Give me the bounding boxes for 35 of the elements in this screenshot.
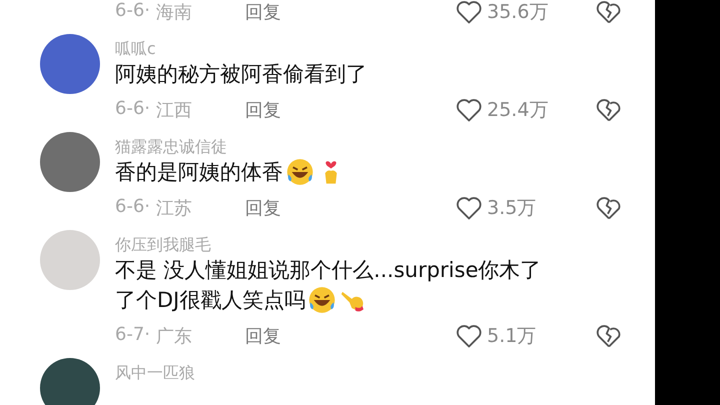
reply-link[interactable]: 回复 <box>245 324 455 348</box>
comment-date: 6-6· <box>115 98 150 121</box>
dislike-icon[interactable] <box>595 194 623 222</box>
dislike-icon[interactable] <box>595 0 623 26</box>
comment-location: 江苏 <box>156 197 192 220</box>
like-count: 25.4万 <box>487 98 548 123</box>
comment-text: 阿姨的秘方被阿香偷看到了 <box>115 61 367 88</box>
reply-link[interactable]: 回复 <box>245 0 455 24</box>
laughing-face-icon <box>286 158 314 186</box>
comment-text: 香的是阿姨的体香 <box>115 159 283 186</box>
like-icon[interactable] <box>455 194 483 222</box>
username[interactable]: 你压到我腿毛 <box>115 235 211 255</box>
comment-text: 了个DJ很戳人笑点吗 <box>115 287 306 314</box>
reply-link[interactable]: 回复 <box>245 196 455 220</box>
dislike-icon[interactable] <box>595 322 623 350</box>
reply-link[interactable]: 回复 <box>245 98 455 122</box>
laughing-face-icon <box>308 286 336 314</box>
username[interactable]: 猫露露忠诚信徒 <box>115 137 227 157</box>
comment-text: 不是 没人懂姐姐说那个什么...surprise你木了 <box>115 257 542 284</box>
comment-date: 6-6· <box>115 196 150 219</box>
comment-location: 海南 <box>156 1 192 24</box>
like-icon[interactable] <box>455 322 483 350</box>
like-count: 5.1万 <box>487 324 536 349</box>
dislike-icon[interactable] <box>595 96 623 124</box>
like-icon[interactable] <box>455 0 483 26</box>
avatar-photo[interactable] <box>40 358 100 405</box>
like-icon[interactable] <box>455 96 483 124</box>
comment-location: 广东 <box>156 325 192 348</box>
username[interactable]: 风中一匹狼 <box>115 363 195 383</box>
comment-date: 6-7· <box>115 324 150 347</box>
username[interactable]: 呱呱c <box>115 39 156 59</box>
like-count: 35.6万 <box>487 0 548 25</box>
comment-date: 6-6· <box>115 0 150 23</box>
like-count: 3.5万 <box>487 196 536 221</box>
comment-location: 江西 <box>156 99 192 122</box>
